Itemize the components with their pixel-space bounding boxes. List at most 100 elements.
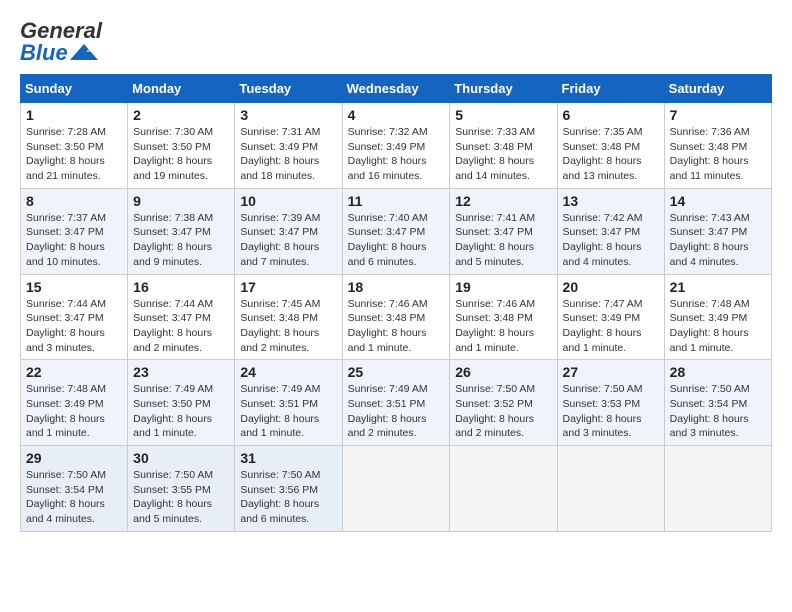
day-info: Sunrise: 7:39 AM Sunset: 3:47 PM Dayligh… bbox=[240, 211, 336, 270]
sunrise: Sunrise: 7:45 AM bbox=[240, 298, 320, 310]
sunset: Sunset: 3:48 PM bbox=[240, 312, 318, 324]
sunset: Sunset: 3:56 PM bbox=[240, 484, 318, 496]
sunrise: Sunrise: 7:50 AM bbox=[455, 383, 535, 395]
sunset: Sunset: 3:52 PM bbox=[455, 398, 533, 410]
daylight: Daylight: 8 hours and 1 minute. bbox=[133, 413, 212, 440]
sunset: Sunset: 3:49 PM bbox=[26, 398, 104, 410]
day-number: 20 bbox=[563, 279, 659, 295]
daylight: Daylight: 8 hours and 2 minutes. bbox=[348, 413, 427, 440]
calendar-cell: 24 Sunrise: 7:49 AM Sunset: 3:51 PM Dayl… bbox=[235, 360, 342, 446]
day-info: Sunrise: 7:46 AM Sunset: 3:48 PM Dayligh… bbox=[348, 297, 445, 356]
sunset: Sunset: 3:49 PM bbox=[348, 141, 426, 153]
day-info: Sunrise: 7:50 AM Sunset: 3:54 PM Dayligh… bbox=[670, 382, 766, 441]
calendar-cell: 15 Sunrise: 7:44 AM Sunset: 3:47 PM Dayl… bbox=[21, 274, 128, 360]
sunrise: Sunrise: 7:42 AM bbox=[563, 212, 643, 224]
calendar-header-row: SundayMondayTuesdayWednesdayThursdayFrid… bbox=[21, 75, 772, 103]
calendar-cell: 31 Sunrise: 7:50 AM Sunset: 3:56 PM Dayl… bbox=[235, 446, 342, 532]
calendar-cell: 30 Sunrise: 7:50 AM Sunset: 3:55 PM Dayl… bbox=[128, 446, 235, 532]
daylight: Daylight: 8 hours and 1 minute. bbox=[670, 327, 749, 354]
day-number: 18 bbox=[348, 279, 445, 295]
sunrise: Sunrise: 7:31 AM bbox=[240, 126, 320, 138]
day-number: 15 bbox=[26, 279, 122, 295]
calendar-cell: 18 Sunrise: 7:46 AM Sunset: 3:48 PM Dayl… bbox=[342, 274, 450, 360]
day-number: 21 bbox=[670, 279, 766, 295]
sunset: Sunset: 3:49 PM bbox=[240, 141, 318, 153]
daylight: Daylight: 8 hours and 2 minutes. bbox=[240, 327, 319, 354]
daylight: Daylight: 8 hours and 4 minutes. bbox=[670, 241, 749, 268]
calendar-cell: 29 Sunrise: 7:50 AM Sunset: 3:54 PM Dayl… bbox=[21, 446, 128, 532]
day-info: Sunrise: 7:47 AM Sunset: 3:49 PM Dayligh… bbox=[563, 297, 659, 356]
day-number: 12 bbox=[455, 193, 551, 209]
day-info: Sunrise: 7:35 AM Sunset: 3:48 PM Dayligh… bbox=[563, 125, 659, 184]
calendar-cell: 20 Sunrise: 7:47 AM Sunset: 3:49 PM Dayl… bbox=[557, 274, 664, 360]
sunrise: Sunrise: 7:41 AM bbox=[455, 212, 535, 224]
sunset: Sunset: 3:48 PM bbox=[670, 141, 748, 153]
day-info: Sunrise: 7:50 AM Sunset: 3:53 PM Dayligh… bbox=[563, 382, 659, 441]
sunrise: Sunrise: 7:38 AM bbox=[133, 212, 213, 224]
calendar-cell: 3 Sunrise: 7:31 AM Sunset: 3:49 PM Dayli… bbox=[235, 103, 342, 189]
day-of-week-header: Saturday bbox=[664, 75, 771, 103]
sunset: Sunset: 3:51 PM bbox=[348, 398, 426, 410]
sunset: Sunset: 3:49 PM bbox=[670, 312, 748, 324]
day-info: Sunrise: 7:37 AM Sunset: 3:47 PM Dayligh… bbox=[26, 211, 122, 270]
day-number: 5 bbox=[455, 107, 551, 123]
sunset: Sunset: 3:47 PM bbox=[348, 226, 426, 238]
day-info: Sunrise: 7:50 AM Sunset: 3:52 PM Dayligh… bbox=[455, 382, 551, 441]
sunrise: Sunrise: 7:47 AM bbox=[563, 298, 643, 310]
calendar-cell: 6 Sunrise: 7:35 AM Sunset: 3:48 PM Dayli… bbox=[557, 103, 664, 189]
sunset: Sunset: 3:48 PM bbox=[455, 312, 533, 324]
day-number: 11 bbox=[348, 193, 445, 209]
daylight: Daylight: 8 hours and 1 minute. bbox=[563, 327, 642, 354]
day-info: Sunrise: 7:48 AM Sunset: 3:49 PM Dayligh… bbox=[670, 297, 766, 356]
daylight: Daylight: 8 hours and 1 minute. bbox=[455, 327, 534, 354]
day-info: Sunrise: 7:42 AM Sunset: 3:47 PM Dayligh… bbox=[563, 211, 659, 270]
day-info: Sunrise: 7:38 AM Sunset: 3:47 PM Dayligh… bbox=[133, 211, 229, 270]
calendar-cell: 10 Sunrise: 7:39 AM Sunset: 3:47 PM Dayl… bbox=[235, 188, 342, 274]
calendar-cell bbox=[450, 446, 557, 532]
sunrise: Sunrise: 7:48 AM bbox=[26, 383, 106, 395]
day-info: Sunrise: 7:46 AM Sunset: 3:48 PM Dayligh… bbox=[455, 297, 551, 356]
calendar-cell: 25 Sunrise: 7:49 AM Sunset: 3:51 PM Dayl… bbox=[342, 360, 450, 446]
day-info: Sunrise: 7:41 AM Sunset: 3:47 PM Dayligh… bbox=[455, 211, 551, 270]
day-number: 26 bbox=[455, 364, 551, 380]
calendar-cell: 26 Sunrise: 7:50 AM Sunset: 3:52 PM Dayl… bbox=[450, 360, 557, 446]
sunset: Sunset: 3:54 PM bbox=[26, 484, 104, 496]
calendar-cell: 8 Sunrise: 7:37 AM Sunset: 3:47 PM Dayli… bbox=[21, 188, 128, 274]
sunrise: Sunrise: 7:30 AM bbox=[133, 126, 213, 138]
sunrise: Sunrise: 7:48 AM bbox=[670, 298, 750, 310]
daylight: Daylight: 8 hours and 1 minute. bbox=[240, 413, 319, 440]
sunrise: Sunrise: 7:32 AM bbox=[348, 126, 428, 138]
daylight: Daylight: 8 hours and 9 minutes. bbox=[133, 241, 212, 268]
day-number: 7 bbox=[670, 107, 766, 123]
day-number: 22 bbox=[26, 364, 122, 380]
calendar-cell: 5 Sunrise: 7:33 AM Sunset: 3:48 PM Dayli… bbox=[450, 103, 557, 189]
day-number: 31 bbox=[240, 450, 336, 466]
day-info: Sunrise: 7:48 AM Sunset: 3:49 PM Dayligh… bbox=[26, 382, 122, 441]
daylight: Daylight: 8 hours and 6 minutes. bbox=[348, 241, 427, 268]
day-info: Sunrise: 7:49 AM Sunset: 3:51 PM Dayligh… bbox=[240, 382, 336, 441]
day-number: 19 bbox=[455, 279, 551, 295]
sunset: Sunset: 3:48 PM bbox=[455, 141, 533, 153]
day-of-week-header: Monday bbox=[128, 75, 235, 103]
sunrise: Sunrise: 7:28 AM bbox=[26, 126, 106, 138]
calendar-cell: 17 Sunrise: 7:45 AM Sunset: 3:48 PM Dayl… bbox=[235, 274, 342, 360]
sunset: Sunset: 3:50 PM bbox=[133, 398, 211, 410]
daylight: Daylight: 8 hours and 11 minutes. bbox=[670, 155, 749, 182]
calendar-cell: 4 Sunrise: 7:32 AM Sunset: 3:49 PM Dayli… bbox=[342, 103, 450, 189]
daylight: Daylight: 8 hours and 18 minutes. bbox=[240, 155, 319, 182]
day-info: Sunrise: 7:36 AM Sunset: 3:48 PM Dayligh… bbox=[670, 125, 766, 184]
daylight: Daylight: 8 hours and 10 minutes. bbox=[26, 241, 105, 268]
day-info: Sunrise: 7:50 AM Sunset: 3:54 PM Dayligh… bbox=[26, 468, 122, 527]
daylight: Daylight: 8 hours and 4 minutes. bbox=[26, 498, 105, 525]
day-number: 13 bbox=[563, 193, 659, 209]
day-number: 24 bbox=[240, 364, 336, 380]
sunrise: Sunrise: 7:46 AM bbox=[348, 298, 428, 310]
day-number: 14 bbox=[670, 193, 766, 209]
sunset: Sunset: 3:51 PM bbox=[240, 398, 318, 410]
day-info: Sunrise: 7:43 AM Sunset: 3:47 PM Dayligh… bbox=[670, 211, 766, 270]
daylight: Daylight: 8 hours and 5 minutes. bbox=[455, 241, 534, 268]
day-number: 2 bbox=[133, 107, 229, 123]
sunset: Sunset: 3:47 PM bbox=[240, 226, 318, 238]
day-number: 4 bbox=[348, 107, 445, 123]
calendar-cell: 28 Sunrise: 7:50 AM Sunset: 3:54 PM Dayl… bbox=[664, 360, 771, 446]
